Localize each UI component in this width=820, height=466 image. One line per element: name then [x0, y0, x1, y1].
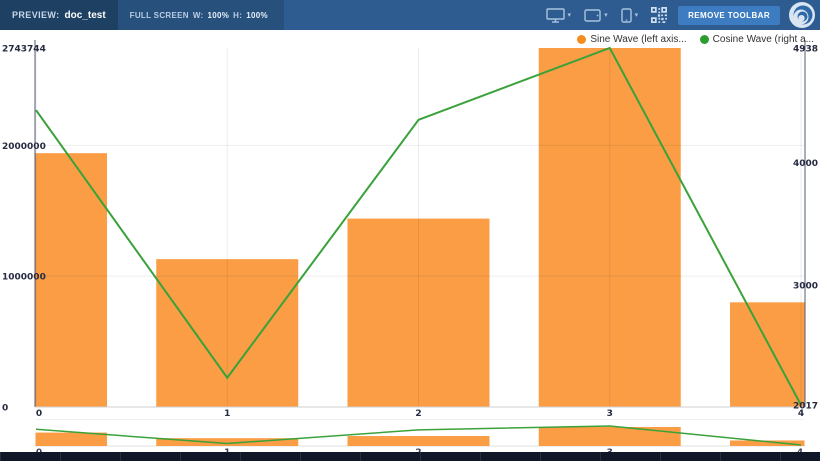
left-axis-label: 0	[2, 404, 8, 414]
fullscreen-label: FULL SCREEN	[130, 11, 189, 20]
height-value: 100%	[246, 11, 268, 20]
bar-series-sine-wave	[0, 48, 820, 407]
remove-toolbar-button[interactable]: REMOVE TOOLBAR	[678, 6, 780, 25]
chevron-down-icon: ▾	[635, 12, 639, 19]
right-axis-label: 4938	[793, 45, 818, 55]
navigator-range[interactable]	[36, 416, 805, 447]
wave-logo-icon	[789, 2, 815, 28]
width-label: W:	[193, 11, 204, 20]
legend-item-sine-wave[interactable]: Sine Wave (left axis...	[577, 34, 686, 45]
right-axis-label: 2017	[793, 402, 818, 412]
legend-item-cosine-wave[interactable]: Cosine Wave (right a...	[700, 34, 814, 45]
tablet-icon	[584, 9, 601, 22]
legend-label-sine: Sine Wave (left axis...	[590, 34, 686, 45]
legend-marker-cosine	[700, 35, 709, 44]
left-axis-label: 2000000	[2, 142, 46, 152]
chevron-down-icon: ▾	[568, 12, 572, 19]
preview-doc-section: PREVIEW: doc_test	[0, 0, 118, 30]
desktop-icon	[546, 8, 565, 23]
height-label: H:	[233, 11, 242, 20]
tablet-preview-button[interactable]: ▾	[582, 7, 610, 24]
qr-code-icon	[651, 7, 667, 23]
preview-toolbar: PREVIEW: doc_test FULL SCREEN W: 100% H:…	[0, 0, 820, 30]
width-value: 100%	[208, 11, 230, 20]
chart-legend: Sine Wave (left axis... Cosine Wave (rig…	[577, 34, 814, 45]
left-axis-label: 1000000	[2, 273, 46, 283]
chart-area: 0100000020000002743744201730004000493801…	[0, 30, 820, 461]
right-axis-label: 3000	[793, 281, 818, 291]
wave-logo[interactable]	[789, 2, 815, 28]
mobile-preview-button[interactable]: ▾	[619, 6, 641, 25]
legend-marker-sine	[577, 35, 586, 44]
desktop-preview-button[interactable]: ▾	[544, 6, 574, 25]
preview-screen: PREVIEW: doc_test FULL SCREEN W: 100% H:…	[0, 0, 820, 461]
mobile-icon	[621, 8, 632, 23]
toolbar-actions: ▾ ▾ ▾	[544, 0, 820, 30]
doc-name: doc_test	[65, 10, 106, 21]
qr-code-button[interactable]	[649, 5, 669, 25]
right-axis-label: 4000	[793, 159, 818, 169]
chevron-down-icon: ▾	[604, 12, 608, 19]
legend-label-cosine: Cosine Wave (right a...	[713, 34, 814, 45]
bottom-bar	[0, 452, 820, 461]
preview-label: PREVIEW:	[12, 10, 60, 20]
combo-chart: 0100000020000002743744201730004000493801…	[0, 30, 820, 461]
fullscreen-section: FULL SCREEN W: 100% H: 100%	[118, 0, 284, 30]
left-axis-label: 2743744	[2, 45, 46, 55]
